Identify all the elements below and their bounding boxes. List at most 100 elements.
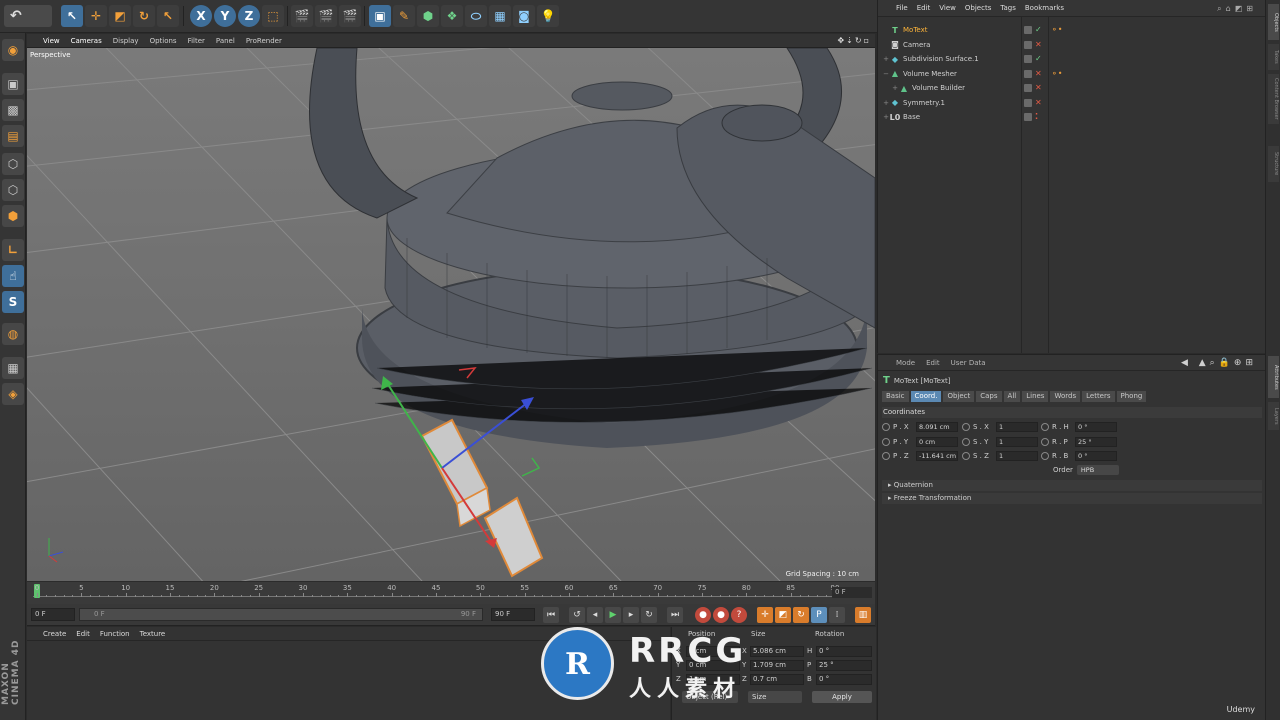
object-row[interactable]: + ◆ Subdivision Surface.1 ✓ (878, 52, 1266, 66)
object-tag-icon[interactable]: ⚬• (1051, 25, 1062, 34)
om-menu-objects[interactable]: Objects (965, 4, 991, 12)
workplane-icon[interactable]: ▤ (2, 125, 24, 147)
axis-mode-icon[interactable]: ∟ (2, 239, 24, 261)
tab-structure[interactable]: Structure (1268, 146, 1279, 182)
position-key-icon[interactable]: ✛ (757, 607, 773, 623)
animation-key-icon[interactable] (962, 437, 970, 446)
rot-h-field[interactable]: 0 ° (816, 646, 872, 657)
light-icon[interactable]: 💡 (537, 5, 559, 27)
keyframe-selection-icon[interactable]: ? (731, 607, 747, 623)
am-menu-user-data[interactable]: User Data (951, 359, 986, 367)
object-row[interactable]: T MoText ✓ ⚬• (878, 23, 1266, 37)
object-row[interactable]: − ▲ Volume Mesher ✕ ⚬• (878, 67, 1266, 81)
tweak-mode-icon[interactable]: ☝ (2, 265, 24, 287)
disabled-x-icon[interactable]: ✕ (1035, 98, 1042, 107)
tab-takes[interactable]: Takes (1268, 44, 1279, 70)
record-keys-icon[interactable]: ● (695, 607, 711, 623)
viewport-menu-options[interactable]: Options (150, 37, 177, 45)
rotation-key-icon[interactable]: ↻ (793, 607, 809, 623)
layer-box-icon[interactable] (1024, 113, 1032, 121)
layer-box-icon[interactable] (1024, 84, 1032, 92)
viewport-menu-panel[interactable]: Panel (216, 37, 235, 45)
am-menu-edit[interactable]: Edit (926, 359, 940, 367)
om-menu-bookmarks[interactable]: Bookmarks (1025, 4, 1064, 12)
layer-box-icon[interactable] (1024, 40, 1032, 49)
parameter-value-field[interactable]: -11.641 cm (916, 451, 958, 461)
om-menu-tags[interactable]: Tags (1000, 4, 1016, 12)
object-tag-icon[interactable]: ⚬• (1051, 69, 1062, 78)
object-name[interactable]: Subdivision Surface.1 (903, 55, 979, 63)
model-mode-icon[interactable]: ▣ (2, 73, 24, 95)
parameter-value-field[interactable]: 25 ° (1075, 436, 1117, 447)
object-row[interactable]: + ▲ Volume Builder ✕ (878, 81, 1266, 95)
timeline-ruler[interactable]: 051015202530354045505560657075808590 0 F (27, 582, 875, 604)
x-axis-lock-button[interactable]: X (190, 5, 212, 27)
tab-basic[interactable]: Basic (882, 391, 909, 402)
deformer-icon[interactable]: ⬭ (465, 5, 487, 27)
start-frame-field[interactable]: 0 F (31, 608, 75, 621)
snapping-icon[interactable]: S (2, 291, 24, 313)
subdivision-icon[interactable]: ⬢ (417, 5, 439, 27)
next-key-icon[interactable]: ↻ (641, 607, 657, 623)
expand-toggle-icon[interactable]: + (891, 84, 899, 92)
object-name[interactable]: Base (903, 113, 920, 121)
motext-object[interactable] (420, 418, 544, 578)
animation-key-icon[interactable] (882, 452, 890, 460)
disabled-x-icon[interactable]: ✕ (1035, 84, 1042, 92)
parameter-value-field[interactable]: 0 ° (1075, 422, 1117, 432)
move-tool-icon[interactable]: ✛ (85, 5, 107, 27)
tab-objects[interactable]: Objects (1268, 4, 1279, 40)
expand-toggle-icon[interactable]: − (882, 70, 890, 78)
play-icon[interactable]: ▶ (605, 607, 621, 623)
viewport-menu-display[interactable]: Display (113, 37, 139, 45)
array-icon[interactable]: ❖ (441, 5, 463, 27)
autokeying-icon[interactable]: ● (713, 607, 729, 623)
timeline-frame-field[interactable]: 0 F (832, 587, 872, 598)
y-axis-lock-button[interactable]: Y (214, 5, 236, 27)
animation-key-icon[interactable] (962, 452, 970, 460)
parameter-value-field[interactable]: 0 ° (1075, 451, 1117, 461)
enabled-check-icon[interactable]: ✓ (1035, 26, 1042, 34)
disabled-x-icon[interactable]: ✕ (1035, 69, 1042, 78)
tab-layers[interactable]: Layers (1268, 402, 1279, 430)
previous-frame-icon[interactable]: ◂ (587, 607, 603, 623)
preview-range-slider[interactable]: 0 F 90 F (79, 608, 483, 621)
disabled-x-icon[interactable]: ✕ (1035, 40, 1042, 49)
om-menu-edit[interactable]: Edit (917, 4, 931, 12)
viewport-menu-prorender[interactable]: ProRender (246, 37, 282, 45)
tab-lines[interactable]: Lines (1022, 391, 1049, 402)
viewport-menu-filter[interactable]: Filter (188, 37, 205, 45)
recent-tools-icon[interactable]: ↖ (157, 5, 179, 27)
animation-key-icon[interactable] (1041, 437, 1049, 446)
texture-mode-icon[interactable]: ▩ (2, 99, 24, 121)
tab-caps[interactable]: Caps (976, 391, 1002, 402)
material-menu-create[interactable]: Create (43, 630, 66, 638)
object-visibility-flags[interactable]: ✕ (1024, 69, 1042, 78)
parameter-value-field[interactable]: 1 (996, 436, 1038, 447)
expand-toggle-icon[interactable]: + (882, 55, 890, 63)
object-name[interactable]: Volume Mesher (903, 70, 957, 78)
scheme-icon[interactable]: ▥ (855, 607, 871, 623)
make-editable-icon[interactable]: ◉ (2, 39, 24, 61)
object-visibility-flags[interactable]: ✕ (1024, 98, 1042, 107)
floor-icon[interactable]: ▦ (489, 5, 511, 27)
am-navigation-icons[interactable]: ◀ ▲⌕🔒⊕⊞ (1181, 358, 1257, 368)
animation-key-icon[interactable] (882, 437, 890, 446)
planar-workplane-icon[interactable]: ◈ (2, 383, 24, 405)
object-visibility-flags[interactable]: ⁚ (1024, 113, 1038, 121)
parameter-value-field[interactable]: 1 (996, 422, 1038, 432)
z-axis-lock-button[interactable]: Z (238, 5, 260, 27)
scale-key-icon[interactable]: ◩ (775, 607, 791, 623)
parameter-value-field[interactable]: 8.091 cm (916, 422, 958, 432)
render-settings-icon[interactable]: 🎬 (339, 5, 361, 27)
coordinate-system-icon[interactable]: ⬚ (262, 5, 284, 27)
tab-phong[interactable]: Phong (1116, 391, 1147, 402)
points-mode-icon[interactable]: ⬡ (2, 153, 24, 175)
object-name[interactable]: Camera (903, 41, 930, 49)
live-selection-icon[interactable]: ↖ (61, 5, 83, 27)
animation-key-icon[interactable] (962, 423, 970, 431)
freeze-transformation-group[interactable]: ▸ Freeze Transformation (882, 493, 1262, 504)
perspective-viewport[interactable]: Perspective Grid Spacing : 10 cm (27, 48, 875, 581)
tab-letters[interactable]: Letters (1082, 391, 1115, 402)
material-menu-function[interactable]: Function (100, 630, 130, 638)
